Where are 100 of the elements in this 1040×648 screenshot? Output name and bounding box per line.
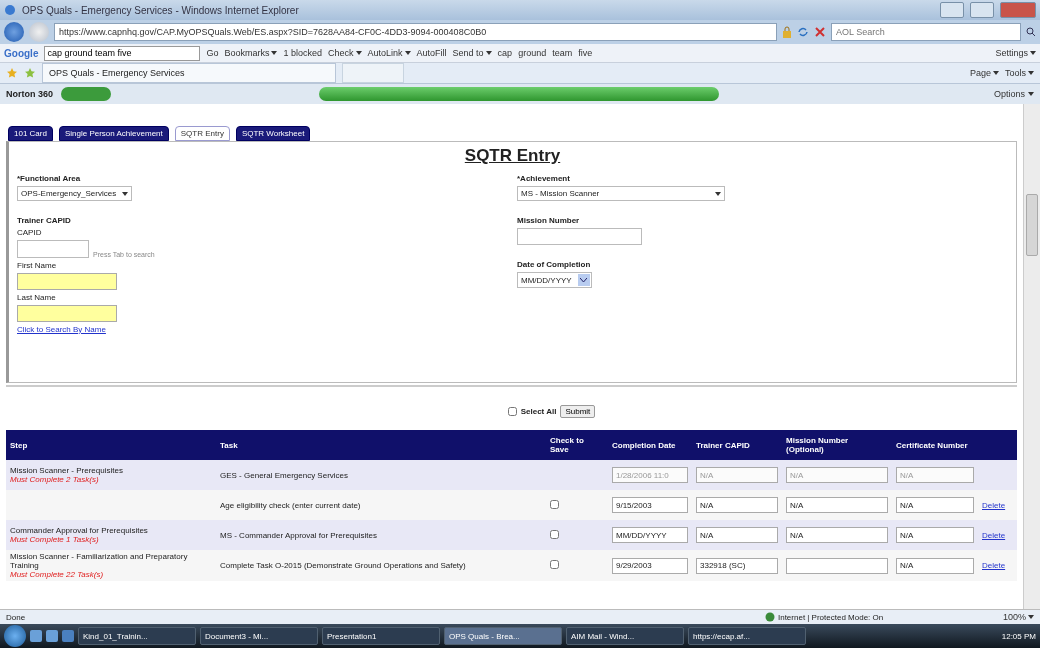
delete-link[interactable]: Delete (982, 530, 1006, 540)
step-text: Mission Scanner - Prerequisites (10, 466, 123, 475)
toolbar-item[interactable]: AutoFill (416, 48, 447, 58)
toolbar-menu[interactable]: Tools (1005, 68, 1034, 78)
toolbar-item[interactable]: Bookmarks (224, 48, 278, 58)
go-button[interactable]: Go (206, 48, 219, 58)
caret-icon (271, 51, 278, 55)
address-field[interactable]: https://www.capnhq.gov/CAP.MyOPSQuals.Web/ES.aspx?SID=7628AA84-CF0C-4DD3-9094-000408C0B0 (54, 23, 777, 41)
refresh-icon[interactable] (797, 26, 809, 38)
options-menu[interactable]: Options (993, 89, 1034, 99)
table-cell: MS - Commander Approval for Prerequisites (216, 520, 546, 550)
minimize-button[interactable] (940, 2, 964, 18)
toolbar-item[interactable]: Send to (452, 48, 492, 58)
quick-launch-icon[interactable] (30, 630, 42, 642)
field-label: Last Name (17, 293, 56, 302)
table-cell: Complete Task O-2015 (Demonstrate Ground Operations and Safety) (216, 550, 546, 581)
toolbar-item[interactable]: ground (518, 48, 547, 58)
table-input[interactable]: N/A (896, 557, 974, 574)
maximize-button[interactable] (970, 2, 994, 18)
table-input[interactable]: N/A (696, 527, 778, 543)
quick-launch-icon[interactable] (62, 630, 74, 642)
achievement-dropdown[interactable]: MS - Mission Scanner (517, 186, 725, 201)
submit-button[interactable]: Submit (560, 405, 596, 418)
save-checkbox[interactable] (550, 529, 559, 539)
taskbar-button[interactable]: AIM Mail - Wind... (566, 627, 684, 645)
mission-number-field[interactable] (517, 228, 642, 245)
toolbar-logo: Google (4, 47, 39, 59)
table-input[interactable]: 9/15/2003 (612, 497, 688, 513)
taskbar-button[interactable]: Kind_01_Trainin... (78, 627, 196, 645)
taskbar-button[interactable]: OPS Quals - Brea... (444, 627, 562, 645)
table-input[interactable]: MM/DD/YYYY (612, 527, 688, 543)
table-input[interactable]: N/A (786, 497, 888, 513)
quick-launch-icon[interactable] (46, 630, 58, 642)
toolbar-item[interactable]: 1 blocked (283, 48, 322, 58)
search-icon[interactable] (1026, 27, 1036, 37)
field-label: Date of Completion (517, 260, 591, 269)
search-field[interactable]: AOL Search (831, 23, 1021, 41)
taskbar-button[interactable]: https://ecap.af... (688, 627, 806, 645)
page-tab[interactable]: 101 Card (8, 126, 53, 141)
page-tab[interactable]: Single Person Achievement (58, 126, 169, 141)
toolbar-item[interactable]: five (578, 48, 593, 58)
globe-icon (764, 612, 775, 622)
stop-icon[interactable] (814, 26, 826, 38)
date-picker[interactable]: MM/DD/YYYY (517, 272, 592, 288)
norton-brand: Norton 360 (6, 89, 53, 99)
back-button[interactable] (4, 22, 24, 42)
norton-toggle[interactable] (61, 87, 111, 101)
caret-icon (1030, 51, 1036, 55)
last-name-field[interactable] (17, 305, 117, 322)
delete-link[interactable]: Delete (982, 561, 1006, 570)
zoom-menu[interactable]: 100% (1002, 612, 1034, 622)
table-cell: Age eligibility check (enter current date) (216, 490, 546, 520)
delete-link[interactable]: Delete (982, 500, 1006, 510)
table-input[interactable]: 9/29/2003 (612, 557, 688, 574)
table-input[interactable]: N/A (696, 497, 778, 513)
taskbar-button[interactable]: Presentation1 (322, 627, 440, 645)
taskbar-button[interactable]: Document3 - Mi... (200, 627, 318, 645)
step-text: Commander Approval for Prerequisites (10, 526, 148, 535)
caret-icon (715, 191, 721, 196)
scroll-thumb[interactable] (1026, 194, 1038, 256)
add-favorite-icon[interactable] (24, 67, 36, 79)
table-input[interactable] (786, 557, 888, 574)
field-label: *Achievement (517, 174, 570, 183)
google-search-field[interactable]: cap ground team five (44, 45, 201, 61)
save-checkbox[interactable] (550, 560, 559, 569)
toolbar-item[interactable]: AutoLink (367, 48, 411, 58)
toolbar-item[interactable]: team (552, 48, 573, 58)
field-label: Mission Number (517, 216, 580, 225)
window-title: OPS Quals - Emergency Services - Windows Internet Explorer (22, 4, 300, 16)
new-tab-button[interactable] (342, 63, 404, 83)
forward-button[interactable] (29, 22, 49, 42)
chevron-icon (580, 277, 588, 283)
table-input[interactable]: 332918 (SC) (696, 557, 778, 574)
browser-icon (4, 4, 16, 16)
capid-field[interactable] (17, 240, 89, 258)
caret-icon (1028, 615, 1034, 619)
page-tab[interactable]: SQTR Worksheet (235, 126, 311, 141)
table-input[interactable]: N/A (896, 497, 974, 513)
table-input[interactable]: N/A (786, 527, 888, 543)
toolbar-item[interactable]: Check (328, 48, 362, 58)
settings-button[interactable]: Settings (995, 48, 1036, 58)
close-button[interactable] (1000, 2, 1036, 18)
table-input[interactable]: N/A (896, 527, 974, 543)
column-header: Check to Save (546, 430, 608, 460)
toolbar-item[interactable]: cap (497, 48, 513, 58)
column-header: Step (6, 430, 216, 460)
caret-icon (122, 191, 129, 196)
security-zone-text: Internet | Protected Mode: On (777, 612, 884, 622)
page-tab[interactable]: SQTR Entry (174, 126, 230, 141)
functional-area-dropdown[interactable]: OPS-Emergency_Services (17, 186, 133, 201)
save-checkbox[interactable] (550, 499, 559, 509)
lock-icon (782, 26, 792, 38)
first-name-field[interactable] (17, 273, 117, 290)
start-button[interactable] (4, 625, 26, 647)
star-icon[interactable] (6, 67, 18, 79)
search-by-name-link[interactable]: Click to Search By Name (17, 325, 106, 334)
scrollbar[interactable] (1023, 104, 1040, 609)
toolbar-menu[interactable]: Page (969, 68, 999, 78)
select-all-checkbox[interactable] (507, 407, 517, 416)
browser-tab[interactable]: OPS Quals - Emergency Services (42, 63, 336, 83)
